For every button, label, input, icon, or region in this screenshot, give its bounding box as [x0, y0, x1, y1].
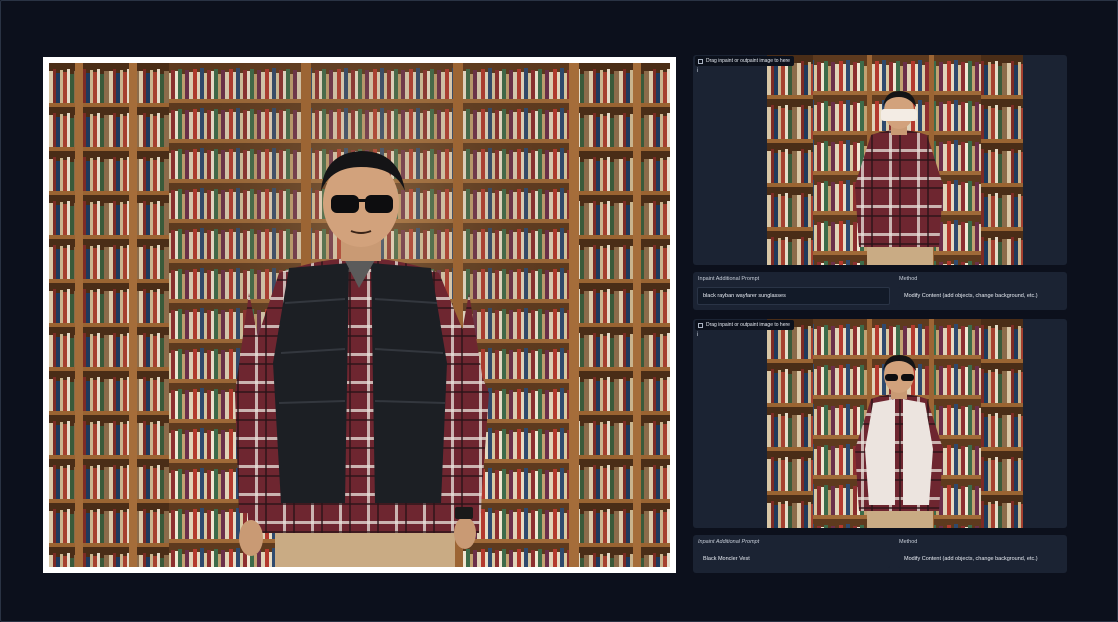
image-icon	[698, 58, 703, 64]
inpaint-source-image[interactable]	[767, 319, 1023, 528]
info-icon[interactable]: i	[697, 332, 698, 338]
inpaint-source-photo	[767, 55, 1023, 265]
image-upload-label: Drag inpaint or outpaint image to here	[695, 56, 794, 66]
inpaint-prompt-input[interactable]: Black Moncler Vest	[697, 550, 890, 568]
method-select[interactable]: Modify Content (add objects, change back…	[898, 287, 1063, 305]
prompt-column: Inpaint Additional Prompt Black Moncler …	[693, 535, 894, 573]
method-column: Method Modify Content (add objects, chan…	[894, 272, 1067, 310]
image-icon	[698, 322, 703, 328]
method-select[interactable]: Modify Content (add objects, change back…	[898, 550, 1063, 568]
prompt-column: Inpaint Additional Prompt black rayban w…	[693, 272, 894, 310]
method-column: Method Modify Content (add objects, chan…	[894, 535, 1067, 573]
inpaint-image-panel-1[interactable]: Drag inpaint or outpaint image to here i	[693, 55, 1067, 265]
inpaint-source-photo	[767, 319, 1023, 528]
info-icon[interactable]: i	[697, 68, 698, 74]
inpaint-source-image[interactable]	[767, 55, 1023, 265]
prompt-row-1: Inpaint Additional Prompt black rayban w…	[693, 272, 1067, 310]
inpaint-prompt-input[interactable]: black rayban wayfarer sunglasses	[697, 287, 890, 305]
prompt-row-2: Inpaint Additional Prompt Black Moncler …	[693, 535, 1067, 573]
image-upload-label: Drag inpaint or outpaint image to here	[695, 320, 794, 330]
result-photo	[49, 63, 670, 567]
inpaint-image-panel-2[interactable]: Drag inpaint or outpaint image to here i	[693, 319, 1067, 528]
result-image	[43, 57, 676, 573]
